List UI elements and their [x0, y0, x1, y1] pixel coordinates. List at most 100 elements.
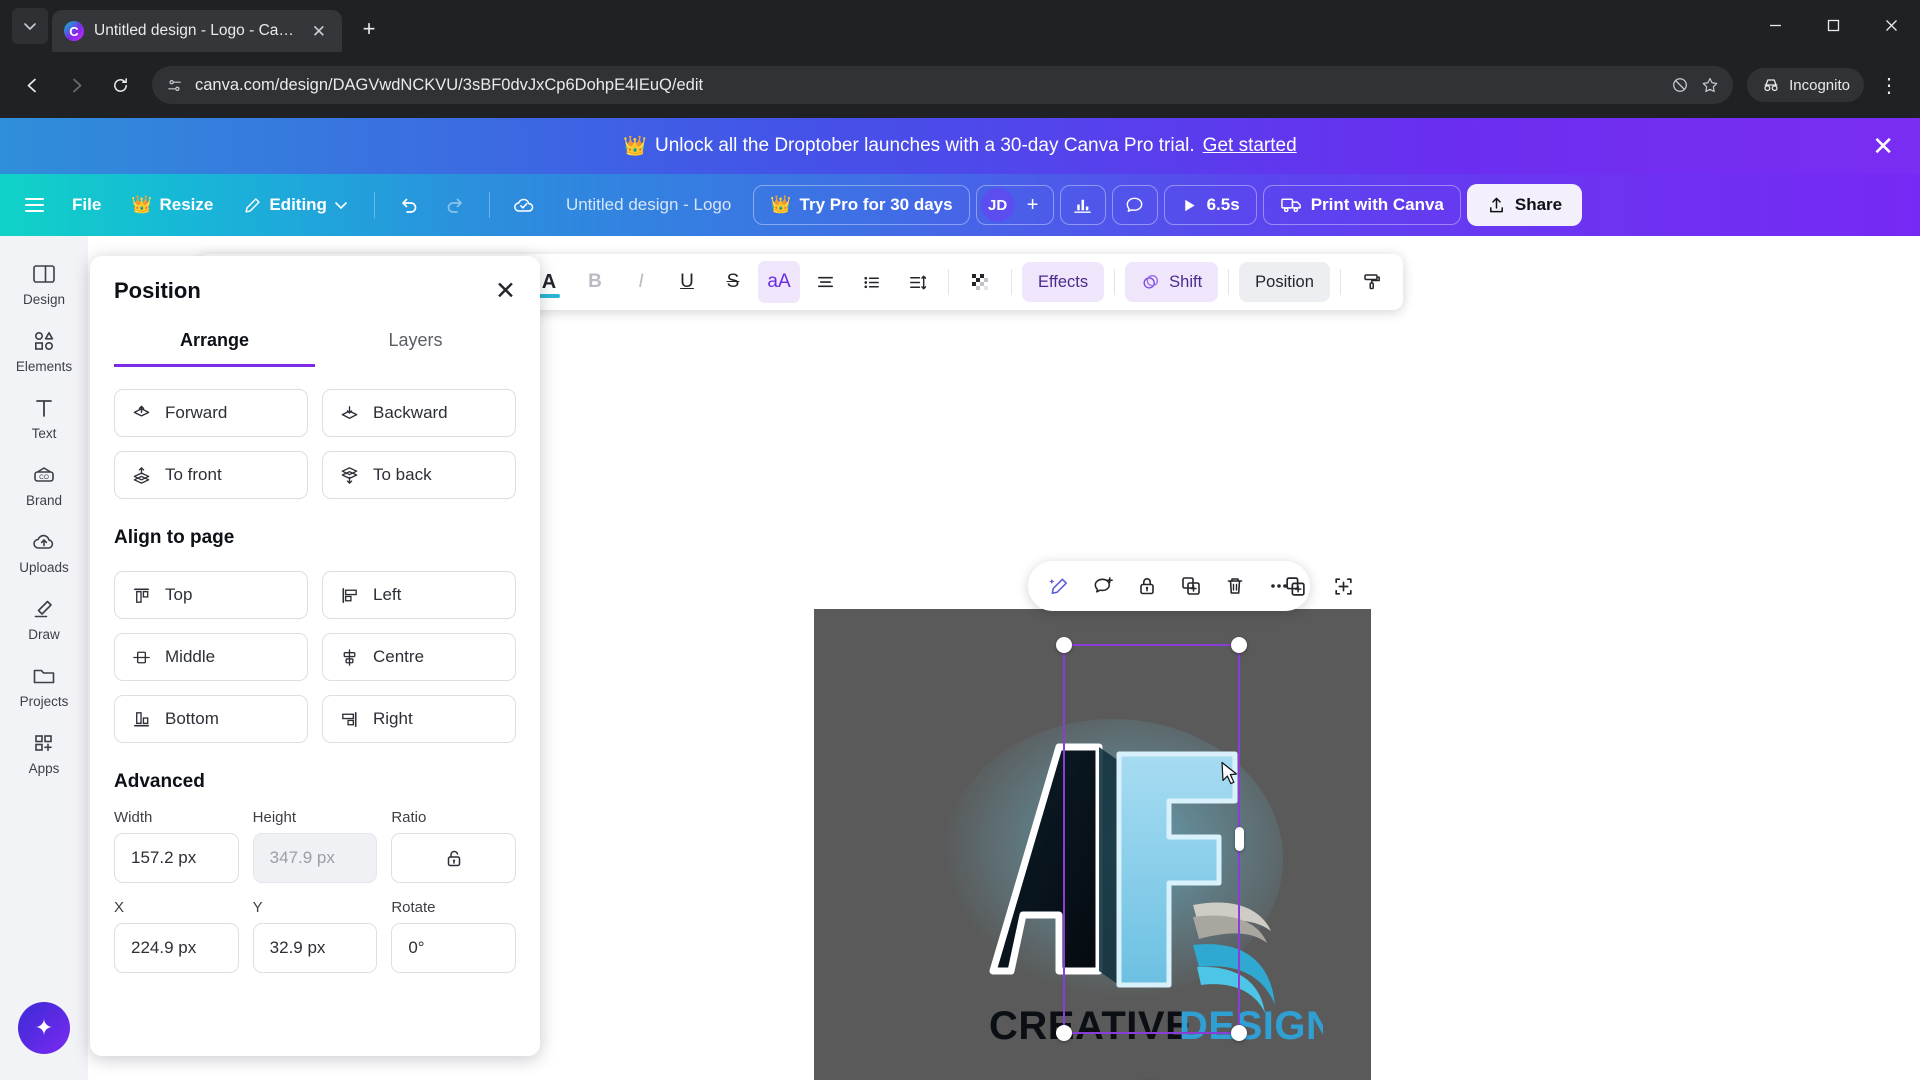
- x-input[interactable]: 224.9 px: [114, 923, 239, 973]
- tab-arrange[interactable]: Arrange: [114, 330, 315, 367]
- ratio-lock-toggle[interactable]: [391, 833, 516, 883]
- sidebar-item-draw[interactable]: Draw: [6, 587, 82, 649]
- redo-icon[interactable]: [435, 186, 475, 224]
- address-bar[interactable]: canva.com/design/DAGVwdNCKVU/3sBF0dvJxCp…: [152, 66, 1734, 104]
- button-label: To front: [165, 465, 222, 484]
- close-icon[interactable]: ✕: [495, 278, 516, 304]
- undo-icon[interactable]: [389, 186, 429, 224]
- position-button[interactable]: Position: [1239, 262, 1330, 302]
- page-settings-icon[interactable]: [166, 77, 183, 94]
- incognito-indicator[interactable]: Incognito: [1747, 68, 1864, 102]
- effects-button[interactable]: Effects: [1022, 262, 1105, 302]
- sidebar-item-uploads[interactable]: Uploads: [6, 520, 82, 582]
- tab-list-button[interactable]: [12, 8, 48, 44]
- add-page-icon[interactable]: [1326, 569, 1360, 603]
- align-top-button[interactable]: Top: [114, 571, 308, 619]
- back-button[interactable]: [14, 67, 50, 103]
- forward-button[interactable]: Forward: [114, 389, 308, 437]
- resize-handle-bottom-right[interactable]: [1231, 1025, 1247, 1041]
- promo-close-icon[interactable]: ✕: [1872, 133, 1894, 159]
- underline-button[interactable]: U: [666, 261, 708, 303]
- truck-icon: [1280, 198, 1301, 213]
- transparency-icon[interactable]: [959, 261, 1001, 303]
- backward-button[interactable]: Backward: [322, 389, 516, 437]
- star-icon[interactable]: [1701, 76, 1719, 94]
- promo-banner: 👑 Unlock all the Droptober launches with…: [0, 118, 1920, 174]
- extensions-blocked-icon[interactable]: [1671, 76, 1689, 94]
- promo-get-started-link[interactable]: Get started: [1203, 135, 1297, 157]
- y-input[interactable]: 32.9 px: [252, 923, 378, 973]
- italic-button[interactable]: I: [620, 261, 662, 303]
- sidebar-item-elements[interactable]: Elements: [6, 319, 82, 381]
- align-bottom-button[interactable]: Bottom: [114, 695, 308, 743]
- rotate-input[interactable]: 0°: [391, 923, 516, 973]
- sidebar-item-text[interactable]: Text: [6, 386, 82, 448]
- sidebar-item-projects[interactable]: Projects: [6, 654, 82, 716]
- tab-label: Layers: [388, 330, 443, 350]
- height-input[interactable]: 347.9 px: [252, 833, 378, 883]
- copy-page-icon[interactable]: [1278, 569, 1312, 603]
- reload-button[interactable]: [102, 67, 138, 103]
- browser-tab[interactable]: C Untitled design - Logo - Canva ✕: [52, 10, 342, 52]
- bold-button[interactable]: B: [574, 261, 616, 303]
- insights-button[interactable]: [1059, 185, 1106, 225]
- sidebar-item-label: Draw: [28, 627, 60, 642]
- present-button[interactable]: 6.5s: [1163, 185, 1257, 225]
- align-right-button[interactable]: Right: [322, 695, 516, 743]
- minimize-icon[interactable]: [1746, 0, 1804, 50]
- editing-mode-button[interactable]: Editing: [231, 186, 360, 224]
- lock-icon[interactable]: [1130, 569, 1164, 603]
- paint-roller-icon[interactable]: [1351, 261, 1393, 303]
- text-align-icon[interactable]: [804, 261, 846, 303]
- share-button[interactable]: Share: [1466, 184, 1583, 226]
- to-front-button[interactable]: To front: [114, 451, 308, 499]
- document-title[interactable]: Untitled design - Logo: [550, 195, 747, 215]
- omnibox-row: canva.com/design/DAGVwdNCKVU/3sBF0dvJxCp…: [0, 52, 1920, 118]
- add-collaborator-button[interactable]: +: [1017, 188, 1049, 222]
- resize-handle-top-left[interactable]: [1056, 637, 1072, 653]
- line-spacing-icon[interactable]: [896, 261, 938, 303]
- hamburger-menu-icon[interactable]: [14, 185, 54, 225]
- align-centre-button[interactable]: Centre: [322, 633, 516, 681]
- resize-handle-bottom-left[interactable]: [1056, 1025, 1072, 1041]
- align-middle-button[interactable]: Middle: [114, 633, 308, 681]
- sidebar-item-brand[interactable]: CO Brand: [6, 453, 82, 515]
- avatar[interactable]: JD: [980, 188, 1015, 222]
- strikethrough-label: S: [726, 271, 740, 292]
- resize-button[interactable]: 👑 Resize: [119, 186, 225, 224]
- maximize-icon[interactable]: [1804, 0, 1862, 50]
- tab-layers[interactable]: Layers: [315, 330, 516, 367]
- bullet-list-icon[interactable]: [850, 261, 892, 303]
- new-tab-button[interactable]: +: [352, 12, 386, 46]
- align-left-button[interactable]: Left: [322, 571, 516, 619]
- forward-button[interactable]: [58, 67, 94, 103]
- cloud-check-icon[interactable]: [504, 186, 544, 224]
- promo-message: Unlock all the Droptober launches with a…: [655, 135, 1195, 156]
- close-icon[interactable]: ✕: [308, 21, 330, 42]
- collaborators-group[interactable]: JD +: [975, 185, 1054, 225]
- magic-edit-pen-icon[interactable]: [1042, 569, 1076, 603]
- sidebar-item-design[interactable]: Design: [6, 252, 82, 314]
- resize-handle-right-middle[interactable]: [1235, 827, 1244, 851]
- letter-case-button[interactable]: aA: [758, 261, 800, 303]
- duplicate-icon[interactable]: [1174, 569, 1208, 603]
- strikethrough-button[interactable]: S: [712, 261, 754, 303]
- comment-button[interactable]: [1111, 185, 1158, 225]
- canva-top-toolbar: File 👑 Resize Editing Untitled design - …: [0, 174, 1920, 236]
- magic-sparkle-icon[interactable]: ✦: [18, 1002, 70, 1054]
- advanced-fields-row-1: Width 157.2 px Height 347.9 px Ratio: [114, 809, 516, 883]
- shift-button[interactable]: Shift: [1125, 262, 1219, 302]
- trash-icon[interactable]: [1218, 569, 1252, 603]
- window-close-icon[interactable]: [1862, 0, 1920, 50]
- height-label: Height: [252, 809, 297, 826]
- file-menu-button[interactable]: File: [60, 186, 113, 224]
- resize-handle-top-right[interactable]: [1231, 637, 1247, 653]
- selection-bounding-box[interactable]: [1056, 637, 1247, 1041]
- add-comment-icon[interactable]: [1086, 569, 1120, 603]
- width-input[interactable]: 157.2 px: [114, 833, 239, 883]
- print-with-canva-button[interactable]: Print with Canva: [1262, 185, 1461, 225]
- kebab-menu-icon[interactable]: ⋮: [1872, 68, 1906, 102]
- to-back-button[interactable]: To back: [322, 451, 516, 499]
- try-pro-button[interactable]: 👑 Try Pro for 30 days: [753, 185, 970, 225]
- sidebar-item-apps[interactable]: Apps: [6, 721, 82, 783]
